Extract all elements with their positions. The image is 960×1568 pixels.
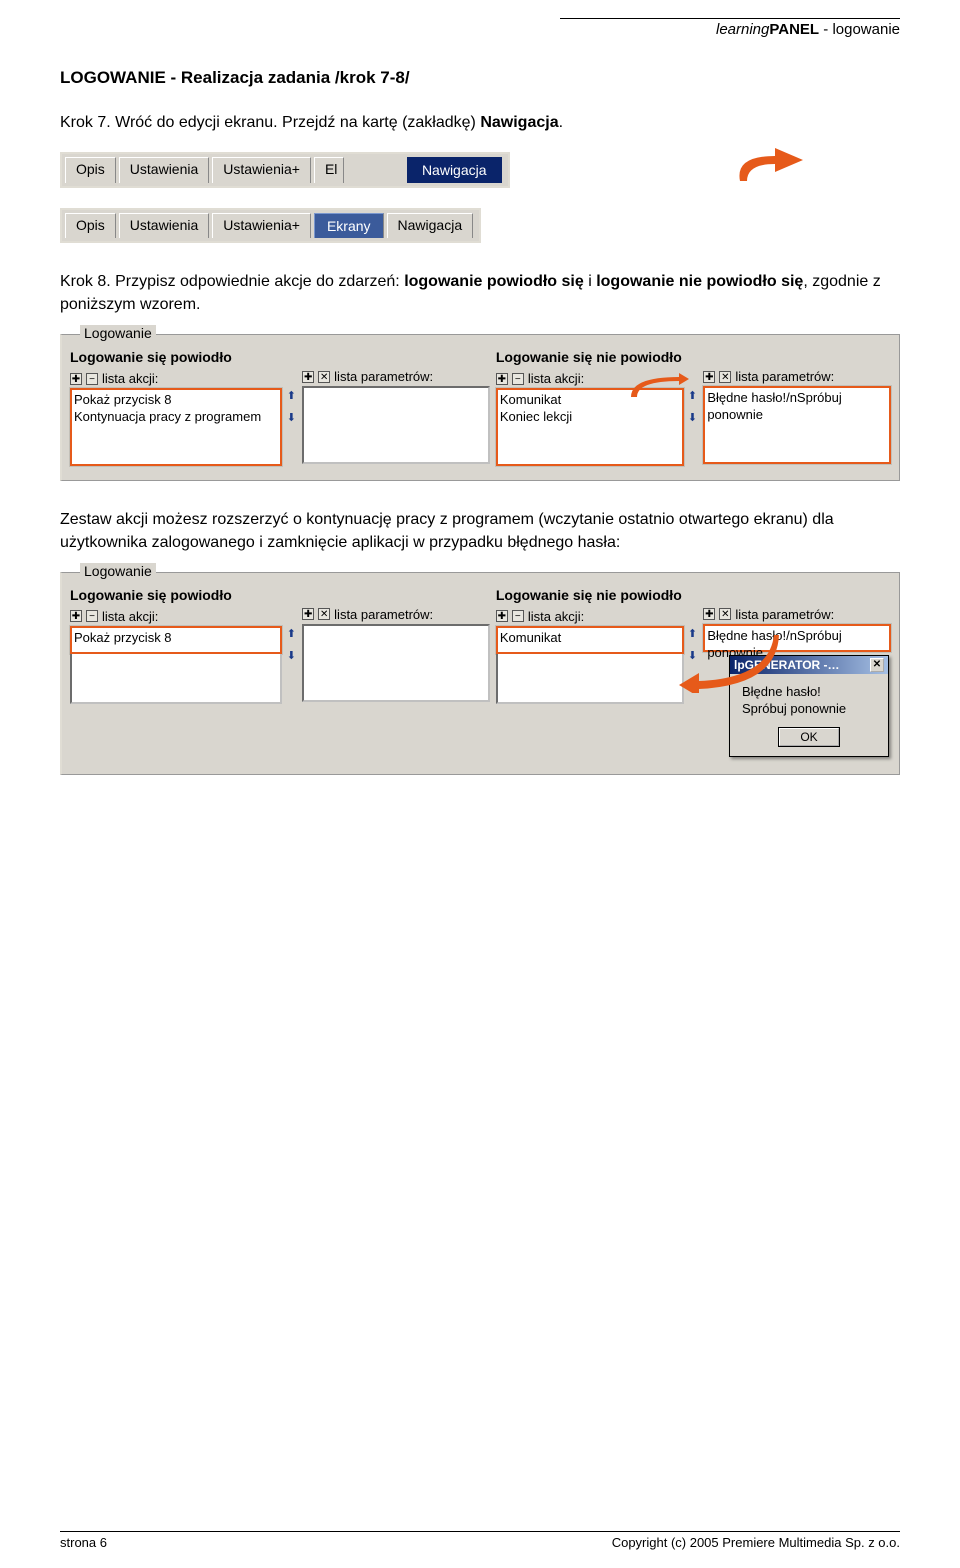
remove-icon[interactable]: −: [86, 373, 98, 385]
page-footer: strona 6 Copyright (c) 2005 Premiere Mul…: [60, 1531, 900, 1550]
add-icon[interactable]: ✚: [70, 373, 82, 385]
footer-page: strona 6: [60, 1535, 107, 1550]
success-actions-list-2b[interactable]: [70, 654, 282, 704]
fail-header: Logowanie się nie powiodło: [496, 587, 684, 603]
header-panel: PANEL: [769, 21, 819, 38]
fail-actions-list-2[interactable]: Komunikat: [496, 626, 684, 654]
success-header: Logowanie się powiodło: [70, 587, 282, 603]
list-actions-label: lista akcji:: [102, 371, 158, 386]
add-icon[interactable]: ✚: [496, 373, 508, 385]
success-params-list-2[interactable]: [302, 624, 490, 702]
footer-copyright: Copyright (c) 2005 Premiere Multimedia S…: [612, 1535, 900, 1550]
expand-text: Zestaw akcji możesz rozszerzyć o kontynu…: [60, 509, 900, 554]
page-header: learningPANEL - logowanie: [60, 21, 900, 38]
move-down-icon[interactable]: ⬇: [284, 411, 298, 425]
move-up-icon[interactable]: ⬆: [284, 389, 298, 403]
remove-icon[interactable]: −: [86, 610, 98, 622]
group-title: Logowanie: [80, 325, 156, 341]
ok-button[interactable]: OK: [779, 728, 838, 746]
reorder-arrows: ⬆ ⬇: [284, 349, 300, 466]
pointer-arrow-icon: [735, 146, 805, 181]
clear-icon[interactable]: ✕: [719, 371, 731, 383]
group-title: Logowanie: [80, 563, 156, 579]
tab-ustawienia-plus[interactable]: Ustawienia+: [212, 157, 311, 183]
list-params-label: lista parametrów:: [334, 369, 433, 384]
success-actions-list[interactable]: Pokaż przycisk 8 Kontynuacja pracy z pro…: [70, 388, 282, 466]
fail-actions-list-2b[interactable]: [496, 654, 684, 704]
tab-ustawienia-plus-2[interactable]: Ustawienia+: [212, 213, 311, 238]
add-icon[interactable]: ✚: [70, 610, 82, 622]
add-icon[interactable]: ✚: [302, 371, 314, 383]
page-title: LOGOWANIE - Realizacja zadania /krok 7-8…: [60, 68, 900, 88]
tab-nawigacja-2[interactable]: Nawigacja: [387, 213, 474, 238]
list-item[interactable]: Kontynuacja pracy z programem: [74, 409, 278, 426]
remove-icon[interactable]: −: [512, 373, 524, 385]
clear-icon[interactable]: ✕: [318, 608, 330, 620]
list-actions-label: lista akcji:: [102, 609, 158, 624]
fail-params-list[interactable]: Błędne hasło!/nSpróbuj ponownie: [703, 386, 891, 464]
tab-truncated[interactable]: El: [314, 157, 344, 183]
list-params-label: lista parametrów:: [735, 369, 834, 384]
close-icon[interactable]: ✕: [870, 658, 884, 672]
reorder-arrows: ⬆ ⬇: [284, 587, 300, 704]
clear-icon[interactable]: ✕: [318, 371, 330, 383]
tab-opis-2[interactable]: Opis: [65, 213, 116, 238]
list-item[interactable]: Pokaż przycisk 8: [74, 392, 278, 409]
add-icon[interactable]: ✚: [703, 608, 715, 620]
list-params-label: lista parametrów:: [735, 607, 834, 622]
add-icon[interactable]: ✚: [703, 371, 715, 383]
list-item[interactable]: Błędne hasło!/nSpróbuj ponownie: [707, 390, 887, 424]
tab-nawigacja-selected[interactable]: Nawigacja: [407, 157, 502, 183]
tab-ekrany-selected[interactable]: Ekrany: [314, 213, 384, 238]
tabstrip-2: Opis Ustawienia Ustawienia+ Ekrany Nawig…: [60, 208, 481, 243]
header-learning: learning: [716, 21, 769, 38]
list-item[interactable]: Pokaż przycisk 8: [74, 630, 278, 647]
remove-icon[interactable]: −: [512, 610, 524, 622]
move-down-icon[interactable]: ⬇: [686, 411, 700, 425]
dialog-pointer-arrow-icon: [679, 633, 779, 693]
tab-ustawienia-2[interactable]: Ustawienia: [119, 213, 209, 238]
success-actions-list-2[interactable]: Pokaż przycisk 8: [70, 626, 282, 654]
move-down-icon[interactable]: ⬇: [284, 649, 298, 663]
link-arrow-icon: [629, 373, 689, 413]
add-icon[interactable]: ✚: [496, 610, 508, 622]
list-item[interactable]: Komunikat: [500, 630, 680, 647]
fail-header: Logowanie się nie powiodło: [496, 349, 684, 365]
list-params-label: lista parametrów:: [334, 607, 433, 622]
step-7-text: Krok 7. Wróć do edycji ekranu. Przejdź n…: [60, 112, 900, 134]
dialog-line2: Spróbuj ponownie: [742, 701, 876, 718]
tab-ustawienia[interactable]: Ustawienia: [119, 157, 209, 183]
success-header: Logowanie się powiodło: [70, 349, 282, 365]
list-actions-label: lista akcji:: [528, 609, 584, 624]
move-up-icon[interactable]: ⬆: [284, 627, 298, 641]
tab-opis[interactable]: Opis: [65, 157, 116, 183]
add-icon[interactable]: ✚: [302, 608, 314, 620]
logowanie-group-1: Logowanie Logowanie się powiodło ✚ − lis…: [60, 334, 900, 481]
list-actions-label: lista akcji:: [528, 371, 584, 386]
tabstrip-1: Opis Ustawienia Ustawienia+ El Nawigacja: [60, 152, 510, 188]
clear-icon[interactable]: ✕: [719, 608, 731, 620]
success-params-list[interactable]: [302, 386, 490, 464]
logowanie-group-2: Logowanie Logowanie się powiodło ✚ − lis…: [60, 572, 900, 775]
header-section: - logowanie: [819, 21, 900, 38]
step-8-text: Krok 8. Przypisz odpowiednie akcje do zd…: [60, 271, 900, 316]
